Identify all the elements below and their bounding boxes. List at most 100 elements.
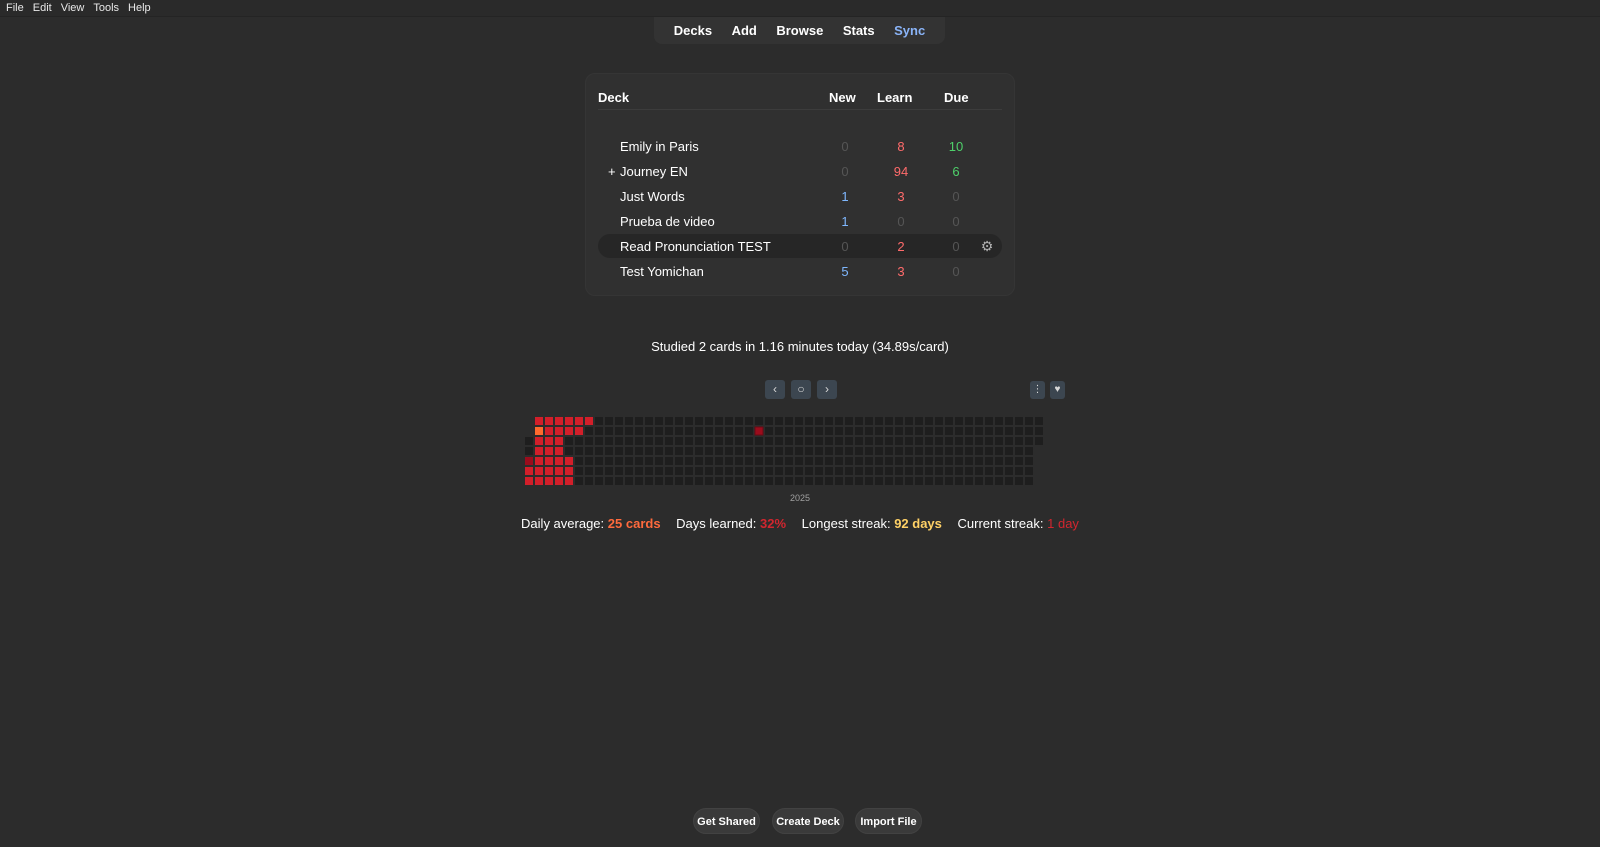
heatmap-day-cell[interactable] — [995, 417, 1003, 425]
heatmap-day-cell[interactable] — [765, 477, 773, 485]
heatmap-day-cell[interactable] — [1015, 467, 1023, 475]
heatmap-day-cell[interactable] — [805, 417, 813, 425]
heatmap-day-cell[interactable] — [835, 417, 843, 425]
heatmap-day-cell[interactable] — [725, 467, 733, 475]
heatmap-day-cell[interactable] — [575, 437, 583, 445]
heatmap-day-cell[interactable] — [935, 417, 943, 425]
heatmap-day-cell[interactable] — [655, 427, 663, 435]
heatmap-day-cell[interactable] — [695, 437, 703, 445]
heatmap-day-cell[interactable] — [855, 437, 863, 445]
heatmap-day-cell[interactable] — [645, 477, 653, 485]
heatmap-day-cell[interactable] — [915, 417, 923, 425]
heatmap-day-cell[interactable] — [1025, 477, 1033, 485]
heatmap-day-cell[interactable] — [575, 417, 583, 425]
deck-row[interactable]: Test Yomichan 5 3 0 — [598, 259, 1002, 283]
heatmap-day-cell[interactable] — [665, 467, 673, 475]
heatmap-day-cell[interactable] — [985, 417, 993, 425]
menu-edit[interactable]: Edit — [33, 2, 52, 14]
heatmap-day-cell[interactable] — [785, 417, 793, 425]
heatmap-day-cell[interactable] — [775, 437, 783, 445]
heatmap-day-cell[interactable] — [565, 457, 573, 465]
heatmap-day-cell[interactable] — [905, 447, 913, 455]
menu-tools[interactable]: Tools — [93, 2, 119, 14]
heatmap-day-cell[interactable] — [725, 417, 733, 425]
stats-tab[interactable]: Stats — [843, 23, 875, 38]
heatmap-day-cell[interactable] — [995, 437, 1003, 445]
heatmap-day-cell[interactable] — [945, 437, 953, 445]
heatmap-day-cell[interactable] — [585, 477, 593, 485]
heatmap-day-cell[interactable] — [815, 447, 823, 455]
heatmap-day-cell[interactable] — [675, 437, 683, 445]
heatmap-day-cell[interactable] — [825, 477, 833, 485]
heatmap-day-cell[interactable] — [835, 427, 843, 435]
heatmap-day-cell[interactable] — [725, 427, 733, 435]
heatmap-day-cell[interactable] — [895, 427, 903, 435]
heatmap-day-cell[interactable] — [545, 447, 553, 455]
heatmap-day-cell[interactable] — [705, 477, 713, 485]
heatmap-day-cell[interactable] — [855, 467, 863, 475]
heatmap-options-button[interactable]: ⋮ — [1030, 381, 1045, 399]
heatmap-day-cell[interactable] — [925, 477, 933, 485]
heatmap-day-cell[interactable] — [995, 477, 1003, 485]
heatmap-day-cell[interactable] — [635, 417, 643, 425]
heatmap-day-cell[interactable] — [885, 437, 893, 445]
heatmap-day-cell[interactable] — [805, 437, 813, 445]
heatmap-day-cell[interactable] — [995, 457, 1003, 465]
heatmap-day-cell[interactable] — [1015, 447, 1023, 455]
heatmap-day-cell[interactable] — [605, 417, 613, 425]
heatmap-day-cell[interactable] — [555, 477, 563, 485]
heatmap-day-cell[interactable] — [765, 427, 773, 435]
heatmap-day-cell[interactable] — [535, 447, 543, 455]
heatmap-day-cell[interactable] — [835, 477, 843, 485]
heatmap-day-cell[interactable] — [815, 477, 823, 485]
heatmap-day-cell[interactable] — [855, 417, 863, 425]
heatmap-day-cell[interactable] — [695, 417, 703, 425]
heatmap-day-cell[interactable] — [645, 437, 653, 445]
heatmap-day-cell[interactable] — [855, 447, 863, 455]
decks-tab[interactable]: Decks — [674, 23, 712, 38]
heatmap-next-button[interactable]: › — [817, 380, 837, 399]
heatmap-day-cell[interactable] — [745, 427, 753, 435]
heatmap-day-cell[interactable] — [925, 447, 933, 455]
heatmap-day-cell[interactable] — [735, 427, 743, 435]
heatmap-day-cell[interactable] — [535, 457, 543, 465]
heatmap-day-cell[interactable] — [595, 447, 603, 455]
heatmap-day-cell[interactable] — [625, 427, 633, 435]
heatmap-day-cell[interactable] — [705, 447, 713, 455]
heatmap-day-cell[interactable] — [895, 447, 903, 455]
heatmap-day-cell[interactable] — [605, 437, 613, 445]
heatmap-day-cell[interactable] — [675, 427, 683, 435]
heatmap-day-cell[interactable] — [865, 457, 873, 465]
heatmap-day-cell[interactable] — [915, 437, 923, 445]
heatmap-day-cell[interactable] — [815, 427, 823, 435]
heatmap-day-cell[interactable] — [1025, 447, 1033, 455]
heatmap-day-cell[interactable] — [605, 467, 613, 475]
heatmap-day-cell[interactable] — [685, 417, 693, 425]
heatmap-day-cell[interactable] — [665, 417, 673, 425]
heatmap-day-cell[interactable] — [565, 467, 573, 475]
heatmap-day-cell[interactable] — [705, 467, 713, 475]
menu-help[interactable]: Help — [128, 2, 151, 14]
heatmap-day-cell[interactable] — [805, 477, 813, 485]
heatmap-day-cell[interactable] — [965, 417, 973, 425]
heatmap-day-cell[interactable] — [865, 477, 873, 485]
heatmap-day-cell[interactable] — [875, 477, 883, 485]
heatmap-day-cell[interactable] — [785, 427, 793, 435]
heatmap-day-cell[interactable] — [715, 437, 723, 445]
heatmap-day-cell[interactable] — [525, 467, 533, 475]
heatmap-day-cell[interactable] — [615, 417, 623, 425]
heatmap-day-cell[interactable] — [985, 437, 993, 445]
heatmap-day-cell[interactable] — [895, 457, 903, 465]
heatmap-day-cell[interactable] — [975, 447, 983, 455]
heatmap-day-cell[interactable] — [685, 457, 693, 465]
heatmap-day-cell[interactable] — [935, 467, 943, 475]
heatmap-day-cell[interactable] — [545, 457, 553, 465]
heatmap-day-cell[interactable] — [915, 467, 923, 475]
heatmap-day-cell[interactable] — [615, 457, 623, 465]
heatmap-day-cell[interactable] — [965, 477, 973, 485]
heatmap-day-cell[interactable] — [875, 437, 883, 445]
heatmap-day-cell[interactable] — [755, 417, 763, 425]
heatmap-day-cell[interactable] — [525, 457, 533, 465]
heatmap-day-cell[interactable] — [585, 457, 593, 465]
heatmap-day-cell[interactable] — [1005, 427, 1013, 435]
